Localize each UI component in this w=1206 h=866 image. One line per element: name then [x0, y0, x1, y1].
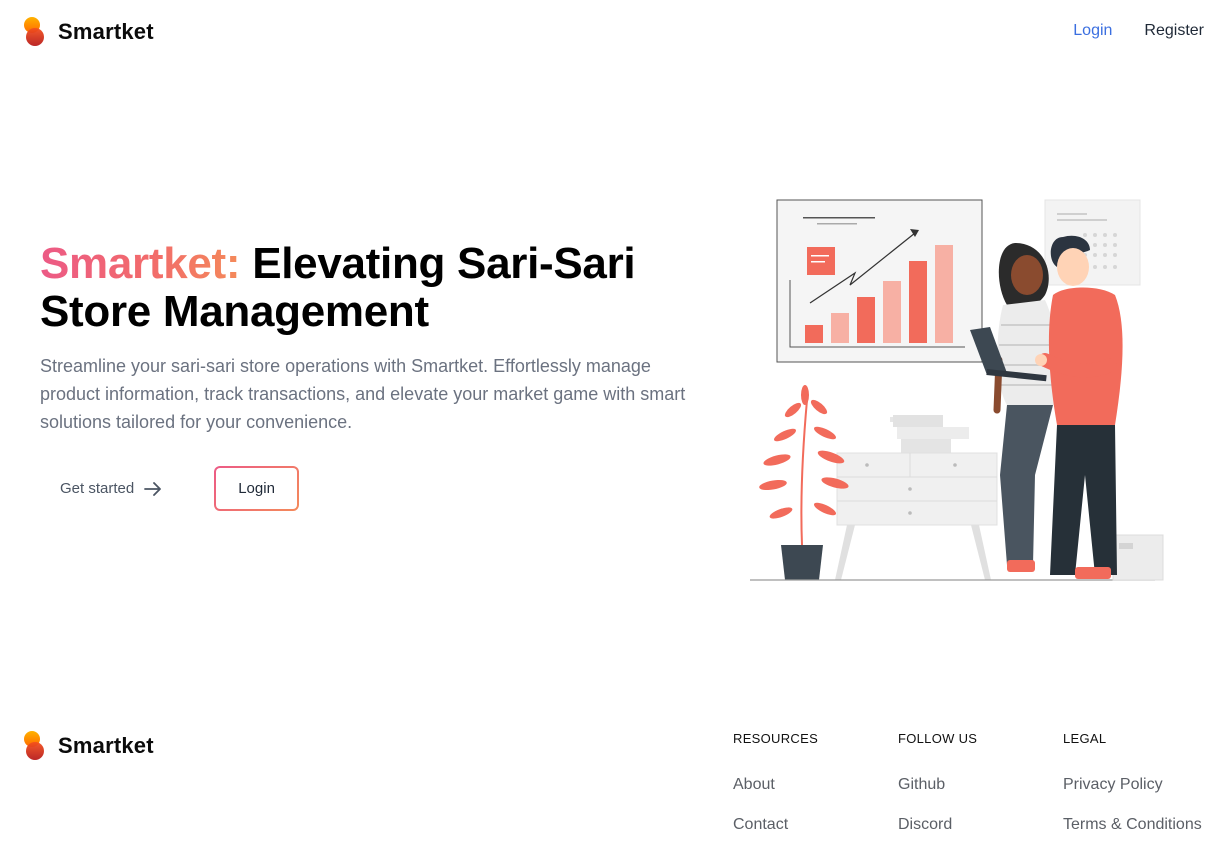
footer-column-follow-us: FOLLOW US Github Discord	[898, 731, 1063, 856]
footer-link-about[interactable]: About	[733, 776, 898, 794]
arrow-right-icon	[144, 481, 162, 496]
footer-column-title: RESOURCES	[733, 731, 819, 746]
footer-link-terms[interactable]: Terms & Conditions	[1063, 816, 1206, 834]
smartket-logo-icon	[24, 17, 44, 46]
footer-link-privacy-policy[interactable]: Privacy Policy	[1063, 776, 1206, 794]
footer-link-contact[interactable]: Contact	[733, 816, 898, 834]
footer-columns: RESOURCES About Contact FOLLOW US Github…	[733, 731, 1206, 856]
hero-title-accent: Smartket:	[40, 239, 241, 288]
get-started-label: Get started	[60, 480, 135, 497]
footer-link-github[interactable]: Github	[898, 776, 1063, 794]
hero-title: Smartket: Elevating Sari-Sari Store Mana…	[40, 240, 720, 336]
hero-actions: Get started Login	[40, 466, 299, 511]
footer-column-legal: LEGAL Privacy Policy Terms & Conditions	[1063, 731, 1206, 856]
footer-column-title: FOLLOW US	[898, 731, 978, 746]
footer-brand-name: Smartket	[58, 733, 154, 758]
footer-column-title: LEGAL	[1063, 731, 1107, 746]
header-brand[interactable]: Smartket	[22, 16, 154, 48]
hero-description: Streamline your sari-sari store operatio…	[40, 356, 686, 432]
footer-brand[interactable]: Smartket	[22, 730, 154, 762]
footer-link-discord[interactable]: Discord	[898, 816, 1063, 834]
business-illustration	[750, 199, 1164, 581]
hero-login-button[interactable]: Login	[214, 466, 299, 511]
nav-register-link[interactable]: Register	[1144, 22, 1204, 40]
top-nav: Login Register	[1073, 22, 1204, 40]
nav-login-link[interactable]: Login	[1073, 22, 1112, 40]
hero-login-label: Login	[238, 480, 275, 497]
get-started-button[interactable]: Get started	[40, 468, 182, 509]
footer-column-resources: RESOURCES About Contact	[733, 731, 898, 856]
brand-name: Smartket	[58, 19, 154, 44]
smartket-logo-icon	[24, 731, 44, 760]
hero-section: Smartket: Elevating Sari-Sari Store Mana…	[40, 240, 720, 436]
